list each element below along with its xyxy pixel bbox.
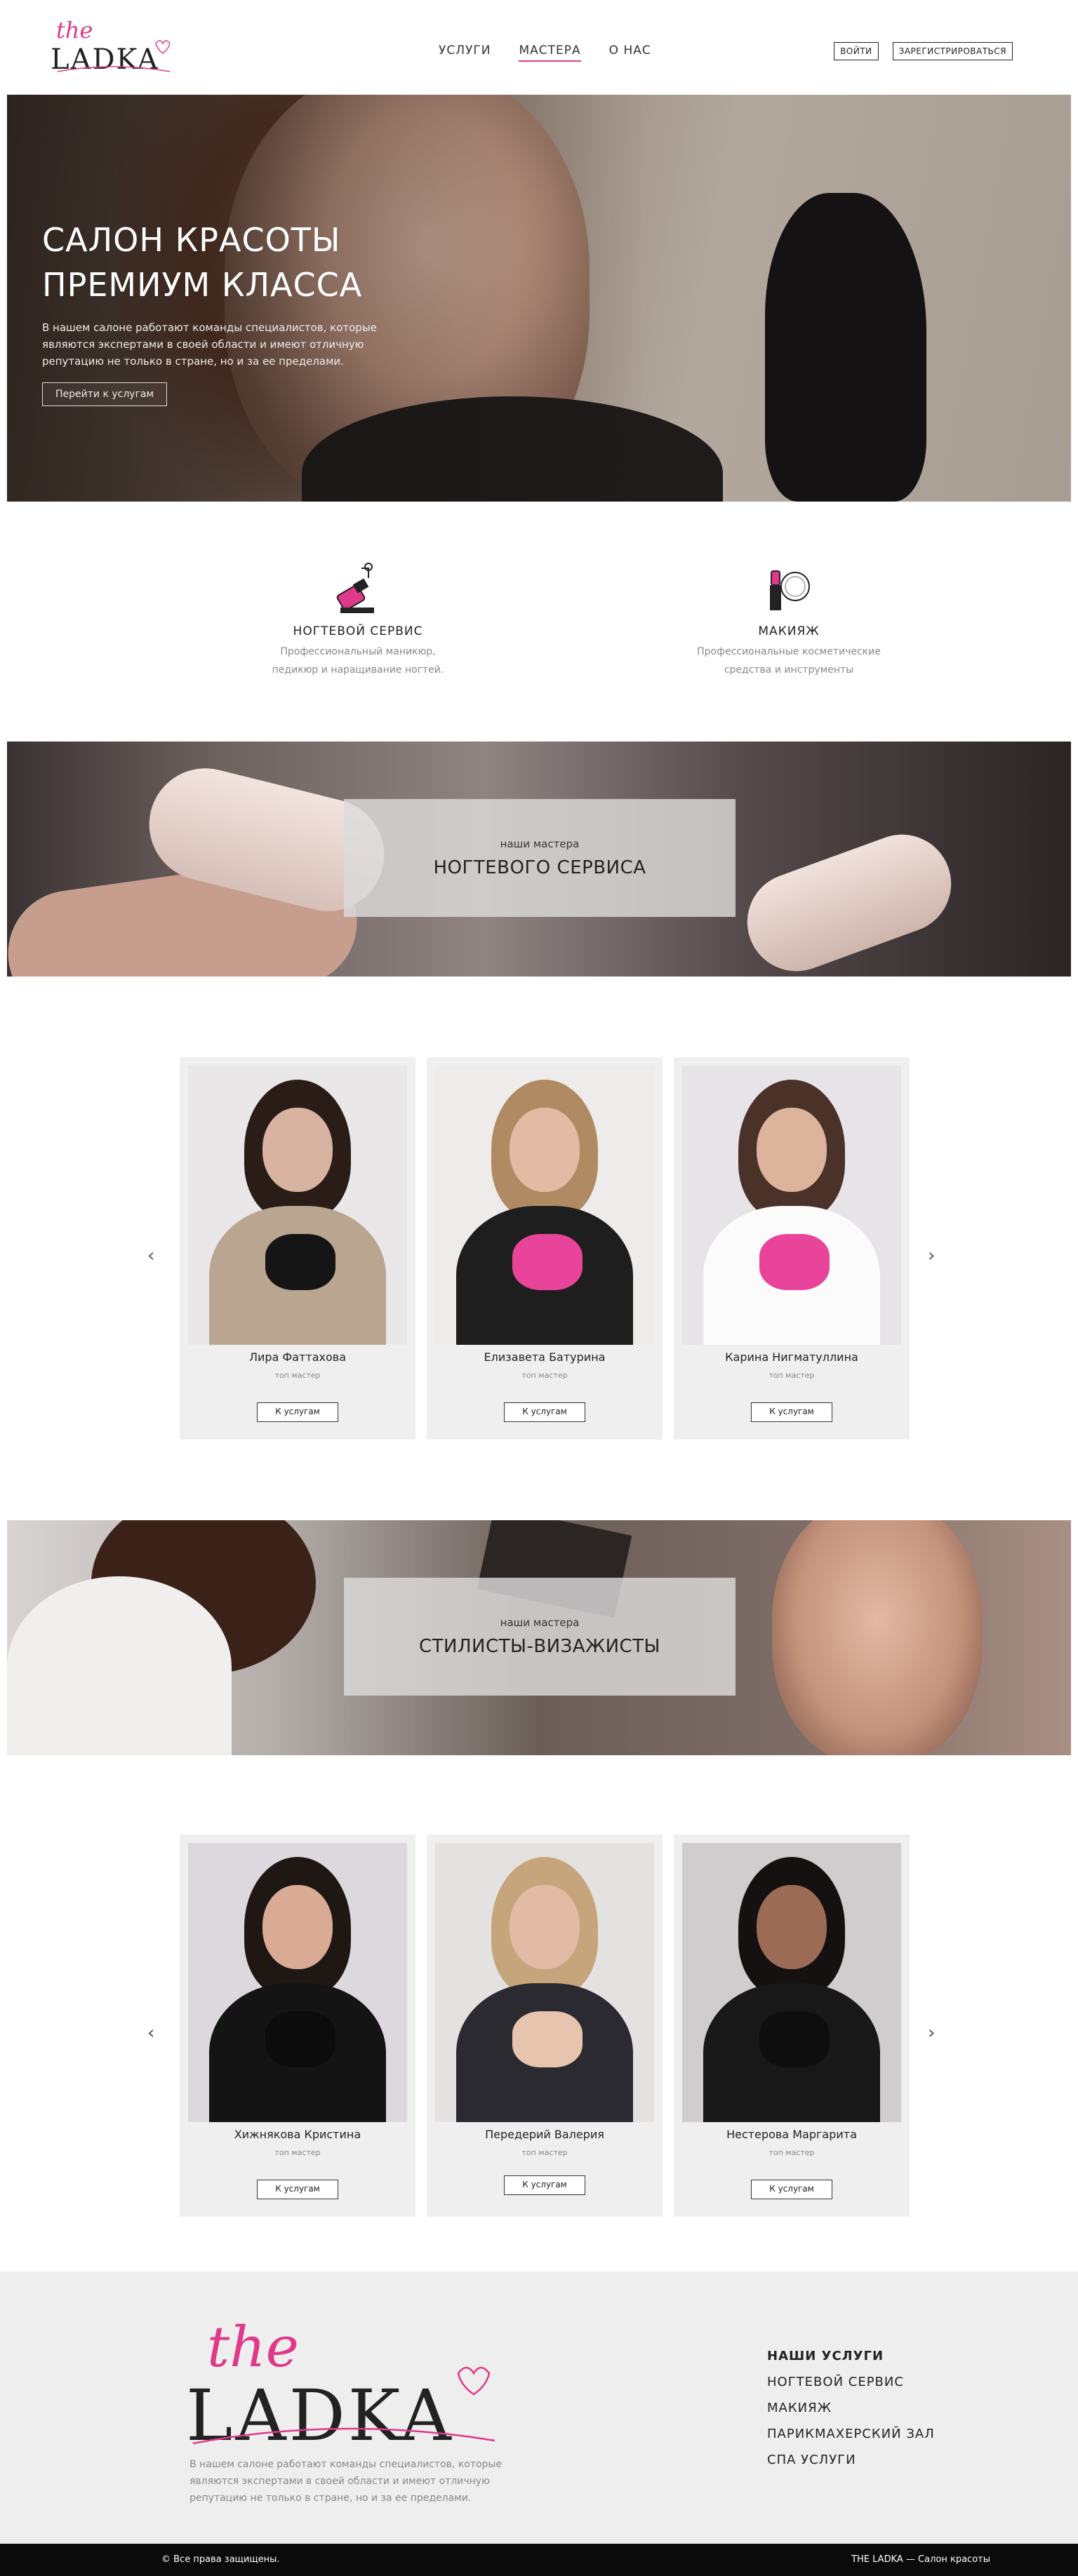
hero-banner: САЛОН КРАСОТЫ ПРЕМИУМ КЛАССА В нашем сал…	[7, 95, 1071, 502]
svg-text:the: the	[207, 2314, 299, 2380]
master-photo	[682, 1066, 901, 1345]
master-name: Елизавета Батурина	[484, 1350, 606, 1364]
service-desc-line2: средства и инструменты	[724, 664, 854, 676]
bottom-bar: © Все права защищены. THE LADKA — Салон …	[0, 2544, 1078, 2576]
banner-subtitle: наши мастера	[500, 838, 580, 850]
master-name: Нестерова Маргарита	[726, 2128, 857, 2141]
master-name: Лира Фаттахова	[249, 1350, 346, 1364]
to-services-button[interactable]: К услугам	[504, 1402, 585, 1422]
main-nav: УСЛУГИ МАСТЕРА О НАС	[439, 43, 651, 62]
service-desc-line1: Профессиональные косметические	[697, 646, 881, 657]
hero-title: САЛОН КРАСОТЫ ПРЕМИУМ КЛАССА	[42, 217, 362, 307]
master-role: топ мастер	[768, 1371, 815, 1380]
master-role: топ мастер	[521, 1371, 568, 1380]
carousel-next-arrow[interactable]: ›	[928, 2022, 935, 2044]
svg-text:LADKA: LADKA	[186, 2375, 454, 2450]
nail-polish-icon	[336, 563, 374, 613]
master-card: Нестерова Маргарита топ мастер К услугам	[674, 1834, 910, 2217]
banner-title: НОГТЕВОГО СЕРВИСА	[433, 857, 646, 878]
master-photo	[188, 1066, 407, 1345]
master-role: топ мастер	[768, 2148, 815, 2157]
footer-tagline: THE LADKA — Салон красоты	[851, 2554, 990, 2565]
footer-brand-logo: the LADKA	[186, 2314, 495, 2450]
service-desc-line2: педикюр и наращивание ногтей.	[272, 664, 444, 676]
svg-text:LADKA: LADKA	[51, 43, 159, 76]
copyright-text: © Все права защищены.	[161, 2554, 280, 2565]
site-footer: the LADKA В нашем салоне работают команд…	[0, 2272, 1078, 2544]
svg-text:the: the	[56, 17, 93, 43]
footer-links-heading: НАШИ УСЛУГИ	[767, 2349, 884, 2363]
go-to-services-button[interactable]: Перейти к услугам	[42, 382, 168, 406]
to-services-button[interactable]: К услугам	[504, 2175, 585, 2195]
footer-link-spa[interactable]: СПА УСЛУГИ	[767, 2453, 935, 2467]
lipstick-mirror-icon	[770, 570, 810, 610]
nav-link-services[interactable]: УСЛУГИ	[439, 43, 491, 62]
hero-description: В нашем салоне работают команды специали…	[42, 321, 377, 368]
to-services-button[interactable]: К услугам	[751, 1402, 832, 1422]
master-role: топ мастер	[274, 2148, 321, 2157]
carousel-next-arrow[interactable]: ›	[928, 1245, 935, 1266]
footer-links: НАШИ УСЛУГИ НОГТЕВОЙ СЕРВИС МАКИЯЖ ПАРИК…	[767, 2349, 935, 2478]
master-photo	[188, 1843, 407, 2122]
master-card: Передерий Валерия топ мастер К услугам	[427, 1834, 663, 2217]
nav-link-about[interactable]: О НАС	[609, 43, 651, 62]
banner-panel: наши мастера НОГТЕВОГО СЕРВИСА	[344, 799, 736, 917]
banner-nail-masters: наши мастера НОГТЕВОГО СЕРВИСА	[7, 742, 1071, 977]
footer-link-nails[interactable]: НОГТЕВОЙ СЕРВИС	[767, 2375, 935, 2389]
hero-title-line2: ПРЕМИУМ КЛАССА	[42, 266, 363, 304]
service-makeup[interactable]: МАКИЯЖ Профессиональные косметические ср…	[677, 561, 901, 679]
service-desc-line1: Профессиональный маникюр,	[280, 646, 436, 657]
to-services-button[interactable]: К услугам	[751, 2180, 832, 2199]
site-header: the LADKA УСЛУГИ МАСТЕРА О НАС ВОЙТИ ЗАР…	[0, 0, 1078, 95]
carousel-prev-arrow[interactable]: ‹	[147, 2022, 154, 2044]
master-role: топ мастер	[521, 2148, 568, 2157]
banner-title: СТИЛИСТЫ-ВИЗАЖИСТЫ	[418, 1636, 661, 1657]
register-button[interactable]: ЗАРЕГИСТРИРОВАТЬСЯ	[892, 42, 1013, 60]
service-nails[interactable]: НОГТЕВОЙ СЕРВИС Профессиональный маникюр…	[246, 561, 470, 679]
service-title: НОГТЕВОЙ СЕРВИС	[293, 624, 423, 638]
login-button[interactable]: ВОЙТИ	[834, 42, 879, 60]
auth-buttons: ВОЙТИ ЗАРЕГИСТРИРОВАТЬСЯ	[834, 42, 1013, 60]
hero-title-line1: САЛОН КРАСОТЫ	[42, 221, 341, 259]
master-card: Елизавета Батурина топ мастер К услугам	[427, 1057, 663, 1440]
master-name: Хижнякова Кристина	[234, 2128, 361, 2141]
footer-description: В нашем салоне работают команды специали…	[189, 2459, 503, 2504]
master-card: Лира Фаттахова топ мастер К услугам	[180, 1057, 415, 1440]
master-name: Передерий Валерия	[485, 2128, 604, 2141]
master-photo	[435, 1066, 654, 1345]
to-services-button[interactable]: К услугам	[257, 1402, 338, 1422]
banner-makeup-masters: наши мастера СТИЛИСТЫ-ВИЗАЖИСТЫ	[7, 1520, 1071, 1755]
master-photo	[682, 1843, 901, 2122]
footer-link-hair[interactable]: ПАРИКМАХЕРСКИЙ ЗАЛ	[767, 2427, 935, 2441]
master-card: Карина Нигматуллина топ мастер К услугам	[674, 1057, 910, 1440]
master-photo	[435, 1843, 654, 2122]
nav-link-masters[interactable]: МАСТЕРА	[519, 43, 581, 62]
master-name: Карина Нигматуллина	[725, 1350, 858, 1364]
footer-link-makeup[interactable]: МАКИЯЖ	[767, 2401, 935, 2415]
banner-panel: наши мастера СТИЛИСТЫ-ВИЗАЖИСТЫ	[344, 1578, 736, 1696]
carousel-prev-arrow[interactable]: ‹	[147, 1245, 154, 1266]
master-role: топ мастер	[274, 1371, 321, 1380]
master-card: Хижнякова Кристина топ мастер К услугам	[180, 1834, 415, 2217]
service-title: МАКИЯЖ	[758, 624, 820, 638]
to-services-button[interactable]: К услугам	[257, 2180, 338, 2199]
brand-logo[interactable]: the LADKA	[51, 13, 177, 76]
banner-subtitle: наши мастера	[500, 1616, 580, 1629]
